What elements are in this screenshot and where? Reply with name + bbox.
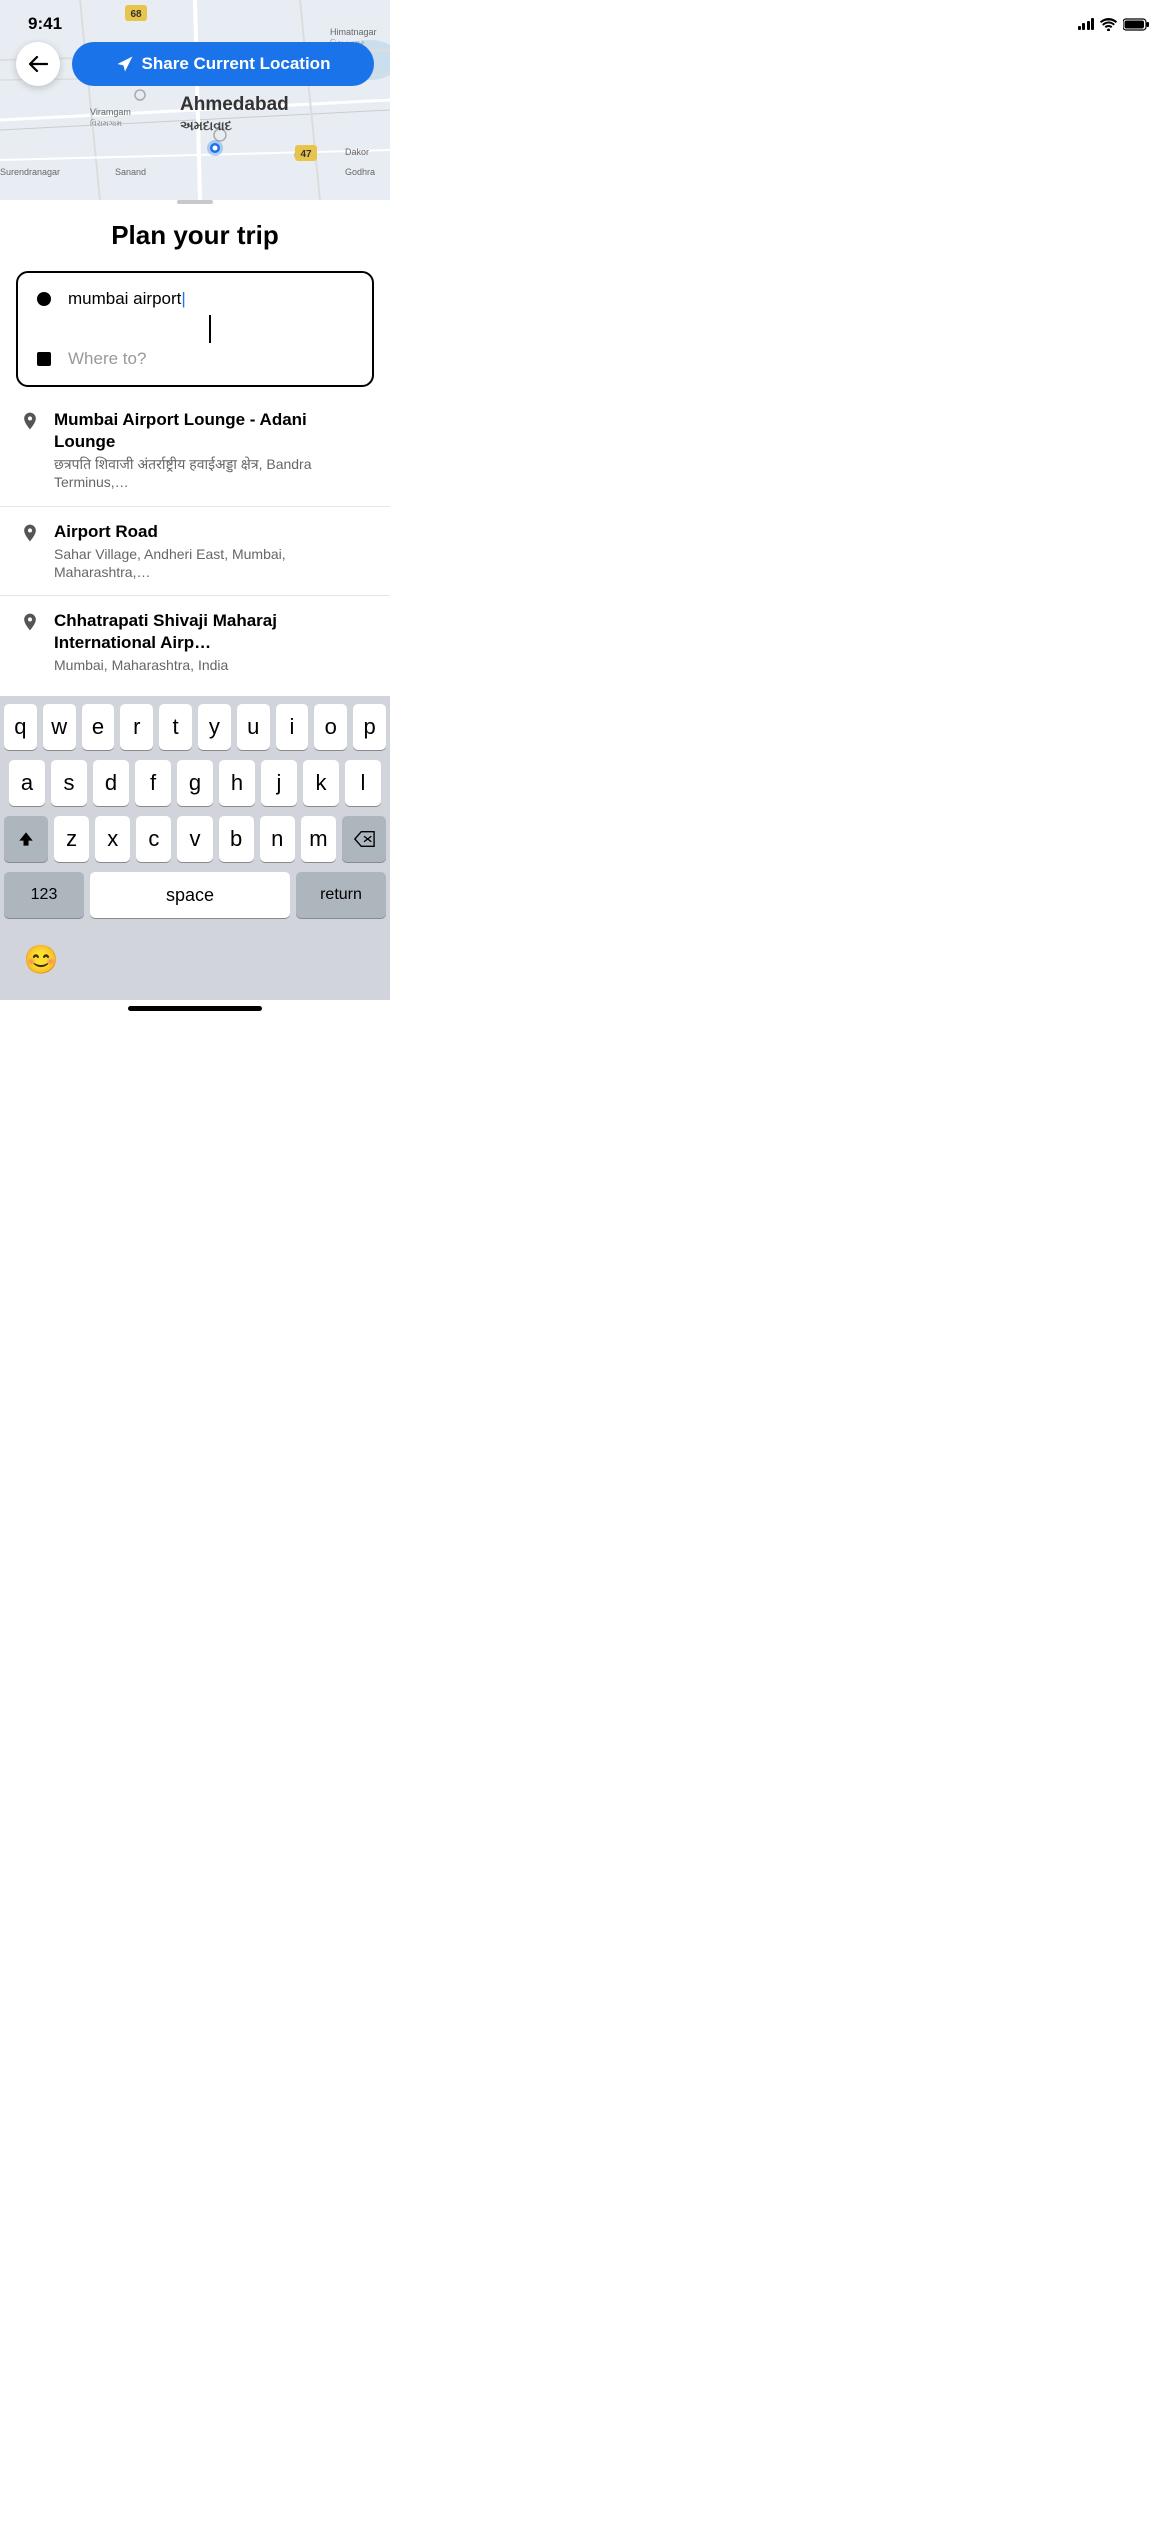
key-f[interactable]: f	[135, 760, 171, 806]
key-s[interactable]: s	[51, 760, 87, 806]
suggestion-sub: छत्रपति शिवाजी अंतर्राष्ट्रीय हवाईअड्डा …	[54, 455, 370, 491]
route-line	[209, 315, 211, 343]
space-button[interactable]: space	[90, 872, 290, 918]
numbers-button[interactable]: 123	[4, 872, 84, 918]
svg-text:Sanand: Sanand	[115, 167, 146, 177]
svg-text:Viramgam: Viramgam	[90, 107, 131, 117]
key-l[interactable]: l	[345, 760, 381, 806]
key-y[interactable]: y	[198, 704, 231, 750]
keyboard-bottom: 😊	[4, 928, 386, 996]
key-j[interactable]: j	[261, 760, 297, 806]
key-q[interactable]: q	[4, 704, 37, 750]
origin-dot	[37, 292, 51, 306]
keyboard-row-2: a s d f g h j k l	[4, 760, 386, 806]
content-panel: Plan your trip mumbai airport Where to? …	[0, 200, 390, 696]
status-bar: 9:41	[0, 0, 1170, 40]
delete-icon	[353, 830, 375, 848]
key-h[interactable]: h	[219, 760, 255, 806]
key-z[interactable]: z	[54, 816, 89, 862]
pin-icon	[20, 411, 40, 431]
suggestions-list: Mumbai Airport Lounge - Adani Lounge छत्…	[0, 395, 390, 696]
search-box[interactable]: mumbai airport Where to?	[16, 271, 374, 387]
route-origin-icon	[34, 292, 54, 306]
key-o[interactable]: o	[314, 704, 347, 750]
suggestion-text: Airport Road Sahar Village, Andheri East…	[54, 521, 370, 581]
svg-text:અમદાવાદ: અમદાવાદ	[180, 118, 233, 133]
to-input[interactable]: Where to?	[68, 349, 146, 369]
shift-icon	[16, 829, 36, 849]
key-n[interactable]: n	[260, 816, 295, 862]
keyboard-row-4: 123 space return	[4, 872, 386, 918]
suggestion-name: Airport Road	[54, 521, 370, 543]
page-title: Plan your trip	[0, 204, 390, 271]
key-d[interactable]: d	[93, 760, 129, 806]
shift-button[interactable]	[4, 816, 48, 862]
key-i[interactable]: i	[276, 704, 309, 750]
svg-text:Ahmedabad: Ahmedabad	[180, 94, 289, 115]
key-u[interactable]: u	[237, 704, 270, 750]
key-p[interactable]: p	[353, 704, 386, 750]
location-arrow-icon	[116, 55, 134, 73]
back-button[interactable]	[16, 42, 60, 86]
key-r[interactable]: r	[120, 704, 153, 750]
keyboard-row-1: q w e r t y u i o p	[4, 704, 386, 750]
key-t[interactable]: t	[159, 704, 192, 750]
share-location-label: Share Current Location	[142, 54, 331, 74]
svg-text:Dakor: Dakor	[345, 147, 369, 157]
svg-text:વિરામગામ: વિરામગામ	[90, 119, 122, 128]
suggestion-sub: Sahar Village, Andheri East, Mumbai, Mah…	[54, 545, 370, 581]
pin-icon	[20, 523, 40, 543]
status-time: 9:41	[28, 14, 62, 34]
keyboard: q w e r t y u i o p a s d f g h j k l z …	[0, 696, 390, 1000]
status-icons	[1078, 18, 1151, 31]
share-location-button[interactable]: Share Current Location	[72, 42, 374, 86]
key-v[interactable]: v	[177, 816, 212, 862]
key-a[interactable]: a	[9, 760, 45, 806]
key-x[interactable]: x	[95, 816, 130, 862]
back-arrow-icon	[28, 55, 48, 73]
key-m[interactable]: m	[301, 816, 336, 862]
wifi-icon	[1100, 18, 1117, 31]
from-row: mumbai airport	[34, 285, 356, 313]
suggestion-item[interactable]: Airport Road Sahar Village, Andheri East…	[0, 507, 390, 596]
suggestion-text: Chhatrapati Shivaji Maharaj Internationa…	[54, 610, 370, 674]
svg-text:47: 47	[300, 149, 312, 160]
delete-button[interactable]	[342, 816, 386, 862]
battery-icon	[1123, 18, 1150, 31]
return-button[interactable]: return	[296, 872, 386, 918]
from-input[interactable]: mumbai airport	[68, 289, 356, 309]
emoji-button[interactable]: 😊	[20, 938, 62, 980]
route-dest-icon	[34, 352, 54, 366]
key-g[interactable]: g	[177, 760, 213, 806]
home-indicator	[128, 1006, 262, 1011]
pin-icon	[20, 612, 40, 632]
dest-square	[37, 352, 51, 366]
key-k[interactable]: k	[303, 760, 339, 806]
key-e[interactable]: e	[82, 704, 115, 750]
suggestion-name: Mumbai Airport Lounge - Adani Lounge	[54, 409, 370, 453]
suggestion-item[interactable]: Mumbai Airport Lounge - Adani Lounge छत्…	[0, 395, 390, 507]
key-w[interactable]: w	[43, 704, 76, 750]
to-row: Where to?	[34, 345, 356, 373]
suggestion-name: Chhatrapati Shivaji Maharaj Internationa…	[54, 610, 370, 654]
keyboard-row-3: z x c v b n m	[4, 816, 386, 862]
svg-text:Godhra: Godhra	[345, 167, 375, 177]
key-c[interactable]: c	[136, 816, 171, 862]
signal-icon	[1078, 18, 1095, 30]
suggestion-item[interactable]: Chhatrapati Shivaji Maharaj Internationa…	[0, 596, 390, 688]
key-b[interactable]: b	[219, 816, 254, 862]
svg-text:Surendranagar: Surendranagar	[0, 167, 60, 177]
suggestion-sub: Mumbai, Maharashtra, India	[54, 656, 370, 674]
suggestion-text: Mumbai Airport Lounge - Adani Lounge छत्…	[54, 409, 370, 492]
